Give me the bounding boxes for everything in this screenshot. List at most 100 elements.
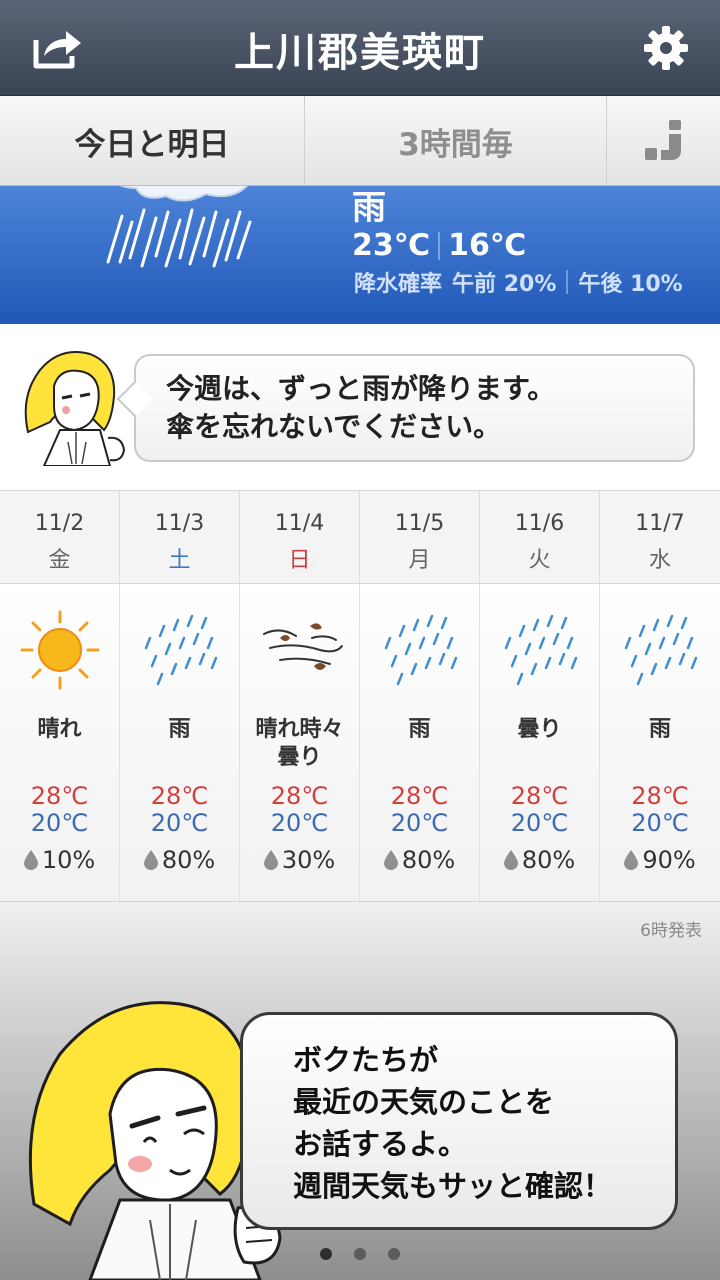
message-line-1: 今週は、ずっと雨が降ります。: [166, 372, 556, 405]
weekday-label: 水: [648, 548, 671, 573]
date-cell: 11/6 火: [480, 491, 600, 584]
today-temps: 23℃ 16℃: [352, 228, 526, 263]
date-label: 11/2: [34, 511, 85, 536]
forecast-day[interactable]: 雨 28℃ 20℃ 80%: [360, 584, 480, 901]
date-label: 11/6: [514, 511, 565, 536]
date-cell: 11/2 金: [0, 491, 120, 584]
today-weather: 雨: [352, 188, 386, 228]
condition-label: 曇り: [480, 716, 599, 744]
low-temp: 20℃: [150, 809, 209, 837]
promo-line-4: 週間天気もサッと確認！: [293, 1169, 613, 1203]
promo-line-2: 最近の天気のことを: [293, 1085, 555, 1119]
condition-label: 晴れ時々 曇り: [240, 716, 359, 772]
weekday-label: 金: [48, 548, 71, 573]
low-temp: 20℃: [390, 809, 449, 837]
page-dot[interactable]: [388, 1248, 400, 1260]
high-temp: 28℃: [390, 782, 449, 810]
low-temp: 20℃: [510, 809, 569, 837]
rain-icon: [624, 614, 698, 686]
promo-area: 6時発表 ボクたちが 最近の天気のことを お話するよ。 週間天気もサッと確認！: [0, 902, 720, 1280]
weekday-label: 月: [408, 548, 431, 573]
weekday-label: 土: [168, 548, 191, 573]
precip-value: 80%: [161, 846, 216, 874]
condition-line-1: 曇り: [517, 717, 562, 742]
condition-line-1: 晴れ: [37, 717, 82, 742]
high-temp: 28℃: [30, 782, 89, 810]
precip-chance: 80%: [360, 846, 479, 874]
date-label: 11/5: [394, 511, 445, 536]
date-cell: 11/3 土: [120, 491, 240, 584]
raindrop-icon: [23, 850, 38, 870]
raindrop-icon: [624, 850, 639, 870]
gear-icon[interactable]: [642, 24, 690, 72]
divider: [438, 231, 441, 260]
date-cell: 11/5 月: [360, 491, 480, 584]
weekly-forecast: 11/2 金 11/3 土 11/4 日 11/5 月 11/6 火 11/7 …: [0, 490, 720, 902]
date-label: 11/7: [635, 511, 685, 536]
tab-layout[interactable]: [607, 96, 720, 186]
promo-line-1: ボクたちが: [293, 1043, 439, 1077]
view-tabs: 今日と明日 3時間毎: [0, 96, 720, 186]
high-temp: 28℃: [631, 782, 689, 810]
date-cell: 11/7 水: [600, 491, 720, 584]
precip-label: 降水確率: [354, 272, 443, 297]
rain-icon: [144, 614, 218, 686]
pm-label: 午後: [578, 272, 623, 297]
page-indicator[interactable]: [0, 1248, 720, 1260]
character-message: 今週は、ずっと雨が降ります。 傘を忘れないでください。: [0, 324, 720, 490]
condition-line-1: 晴れ時々: [255, 717, 344, 742]
low-temp: 20℃: [270, 809, 329, 837]
character-avatar: [24, 351, 126, 466]
forecast-day[interactable]: 晴れ 28℃ 20℃ 10%: [0, 584, 120, 901]
promo-line-3: お話するよ。: [293, 1127, 468, 1161]
condition-label: 晴れ: [0, 716, 119, 744]
condition-label: 雨: [360, 716, 479, 744]
weekday-label: 火: [528, 548, 551, 573]
precip-value: 30%: [281, 846, 336, 874]
precip-chance: 10%: [0, 846, 119, 874]
condition-line-1: 雨: [408, 717, 431, 742]
raindrop-icon: [143, 850, 158, 870]
high-temp: 28℃: [510, 782, 569, 810]
today-precip: 降水確率 午前 20% 午後 10%: [354, 266, 683, 298]
forecast-day[interactable]: 晴れ時々 曇り 28℃ 20℃ 30%: [240, 584, 360, 901]
precip-chance: 30%: [240, 846, 359, 874]
date-row: 11/2 金 11/3 土 11/4 日 11/5 月 11/6 火 11/7 …: [0, 490, 720, 584]
date-label: 11/4: [274, 511, 325, 536]
condition-label: 雨: [600, 716, 720, 744]
forecast-day[interactable]: 雨 28℃ 20℃ 90%: [600, 584, 720, 901]
page-dot[interactable]: [354, 1248, 366, 1260]
condition-line-1: 雨: [168, 717, 191, 742]
app-header: 上川郡美瑛町: [0, 0, 720, 96]
today-high: 23℃: [352, 228, 431, 263]
forecast-day[interactable]: 曇り 28℃ 20℃ 80%: [480, 584, 600, 901]
wind-icon: [263, 623, 343, 670]
forecast-row: 晴れ 28℃ 20℃ 10% 雨 28℃ 20℃ 80% 晴れ時々 曇り 28℃…: [0, 584, 720, 902]
rain-icon: [106, 186, 252, 268]
rain-icon: [504, 614, 578, 686]
precip-value: 90%: [642, 846, 696, 874]
low-temp: 20℃: [30, 809, 89, 837]
raindrop-icon: [383, 850, 398, 870]
sun-icon: [20, 610, 100, 690]
message-line-2: 傘を忘れないでください。: [166, 410, 502, 443]
today-banner[interactable]: 雨 23℃ 16℃ 降水確率 午前 20% 午後 10%: [0, 186, 720, 324]
promo-bubble: ボクたちが 最近の天気のことを お話するよ。 週間天気もサッと確認！: [240, 1012, 678, 1230]
announce-time: 6時発表: [640, 921, 702, 941]
forecast-day[interactable]: 雨 28℃ 20℃ 80%: [120, 584, 240, 901]
precip-chance: 90%: [600, 846, 720, 874]
tab-today-tomorrow[interactable]: 今日と明日: [0, 96, 305, 186]
condition-label: 雨: [120, 716, 239, 744]
low-temp: 20℃: [631, 809, 689, 837]
precip-value: 80%: [401, 846, 456, 874]
precip-value: 10%: [41, 846, 96, 874]
tab-3-hourly[interactable]: 3時間毎: [305, 96, 607, 186]
message-bubble: 今週は、ずっと雨が降ります。 傘を忘れないでください。: [134, 354, 695, 462]
page-dot[interactable]: [320, 1248, 332, 1260]
layout-icon: [644, 120, 681, 160]
raindrop-icon: [503, 850, 518, 870]
am-value: 20%: [503, 272, 557, 297]
precip-chance: 80%: [480, 846, 599, 874]
raindrop-icon: [263, 850, 278, 870]
date-cell: 11/4 日: [240, 491, 360, 584]
